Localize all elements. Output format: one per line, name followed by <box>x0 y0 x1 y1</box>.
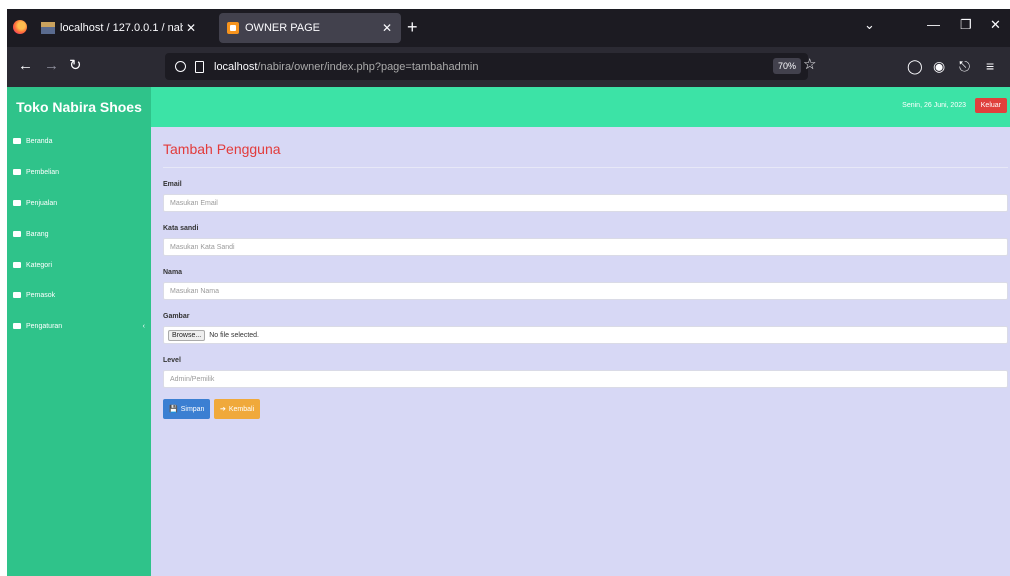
email-field[interactable]: Masukan Email <box>163 194 1008 212</box>
back-label: Kembali <box>228 405 255 413</box>
password-field[interactable]: Masukan Kata Sandi <box>163 238 1008 256</box>
save-label: Simpan <box>180 405 205 413</box>
sidebar-item-pengaturan[interactable]: Pengaturan ‹ <box>7 316 151 336</box>
password-label: Kata sandi <box>163 225 199 232</box>
no-file-text: No file selected. <box>209 331 259 339</box>
back-arrow-icon[interactable]: ← <box>18 57 33 75</box>
tab-close-icon[interactable]: ✕ <box>183 21 199 35</box>
page-info-icon[interactable] <box>195 60 204 73</box>
browse-button[interactable]: Browse... <box>168 329 206 341</box>
chevron-left-icon: ‹ <box>142 322 145 330</box>
url-host: localhost <box>214 60 258 73</box>
level-label: Level <box>163 357 181 364</box>
owner-favicon-icon <box>227 22 239 34</box>
forward-arrow-icon[interactable]: → <box>44 57 59 75</box>
restore-icon[interactable]: ❐ <box>960 17 972 33</box>
home-icon <box>13 138 21 144</box>
tracking-shield-icon[interactable] <box>175 61 186 72</box>
save-icon: 💾 <box>169 406 178 413</box>
level-field[interactable]: Admin/Pemilik <box>163 370 1008 388</box>
bookmark-star-icon[interactable]: ☆ <box>803 55 816 73</box>
web-page: Toko Nabira Shoes Senin, 26 Juni, 2023 K… <box>7 87 1010 576</box>
url-text[interactable]: localhost/nabira/owner/index.php?page=ta… <box>214 61 479 73</box>
sidebar-item-beranda[interactable]: Beranda <box>7 131 151 151</box>
tab-close-icon[interactable]: ✕ <box>379 21 395 35</box>
tab-phpmyadmin[interactable]: localhost / 127.0.0.1 / nabira_d ✕ <box>33 13 205 43</box>
navigation-bar: ← → ↻ localhost/nabira/owner/index.php?p… <box>7 47 1010 87</box>
address-bar[interactable]: localhost/nabira/owner/index.php?page=ta… <box>165 53 816 80</box>
wrench-icon <box>13 323 21 329</box>
zoom-level[interactable]: 70% <box>773 58 802 74</box>
divider <box>163 167 1008 168</box>
image-file-input[interactable]: Browse... No file selected. <box>163 326 1008 344</box>
arrow-left-icon: ➔ <box>220 406 226 413</box>
browser-window: localhost / 127.0.0.1 / nabira_d ✕ OWNER… <box>7 9 1010 576</box>
reload-icon[interactable]: ↻ <box>69 57 82 75</box>
sidebar-item-penjualan[interactable]: Penjualan <box>7 193 151 213</box>
sidebar-item-label: Pengaturan <box>26 322 63 330</box>
minimize-icon[interactable]: — <box>927 17 940 32</box>
tab-label: localhost / 127.0.0.1 / nabira_d <box>60 22 183 34</box>
sidebar-item-kategori[interactable]: Kategori <box>7 255 151 275</box>
page-title: Tambah Pengguna <box>163 141 281 157</box>
extensions-icon[interactable]: ⎋ <box>959 58 970 74</box>
menu-icon[interactable]: ≡ <box>986 58 994 74</box>
users-icon <box>13 292 21 298</box>
sidebar-item-label: Pembelian <box>26 168 60 176</box>
name-field[interactable]: Masukan Nama <box>163 282 1008 300</box>
save-button[interactable]: 💾 Simpan <box>163 399 211 419</box>
name-label: Nama <box>163 269 183 276</box>
close-window-icon[interactable]: ✕ <box>990 17 1001 33</box>
back-button[interactable]: ➔ Kembali <box>214 399 261 419</box>
pocket-icon[interactable]: ◯ <box>907 58 923 74</box>
sidebar-item-label: Beranda <box>26 137 53 145</box>
list-icon <box>13 262 21 268</box>
sidebar-item-barang[interactable]: Barang <box>7 224 151 244</box>
phpmyadmin-favicon-icon <box>41 22 55 34</box>
sidebar: Beranda Pembelian Penjualan Barang Kateg… <box>7 127 151 576</box>
logout-button[interactable]: Keluar <box>974 98 1007 113</box>
main-content: Tambah Pengguna Email Masukan Email Kata… <box>151 127 1010 576</box>
table-icon <box>13 200 21 206</box>
table-icon <box>13 169 21 175</box>
email-label: Email <box>163 181 182 188</box>
account-icon[interactable]: ◉ <box>933 58 945 74</box>
tab-owner-page[interactable]: OWNER PAGE ✕ <box>219 13 401 43</box>
url-path: /nabira/owner/index.php?page=tambahadmin <box>257 60 479 73</box>
sidebar-item-label: Penjualan <box>26 199 58 207</box>
firefox-logo-icon <box>13 20 27 34</box>
list-tabs-icon[interactable]: ⌄ <box>864 17 875 33</box>
sidebar-item-pembelian[interactable]: Pembelian <box>7 162 151 182</box>
grid-icon <box>13 231 21 237</box>
tab-strip: localhost / 127.0.0.1 / nabira_d ✕ OWNER… <box>7 9 1010 47</box>
sidebar-item-label: Barang <box>26 230 49 238</box>
new-tab-button[interactable]: + <box>407 17 418 37</box>
tab-label: OWNER PAGE <box>245 22 320 34</box>
current-date: Senin, 26 Juni, 2023 <box>902 102 966 109</box>
sidebar-item-label: Pemasok <box>26 291 56 299</box>
brand-title[interactable]: Toko Nabira Shoes <box>7 87 151 127</box>
sidebar-item-label: Kategori <box>26 261 53 269</box>
sidebar-item-pemasok[interactable]: Pemasok <box>7 285 151 305</box>
image-label: Gambar <box>163 313 190 320</box>
top-bar: Senin, 26 Juni, 2023 Keluar <box>151 87 1010 127</box>
